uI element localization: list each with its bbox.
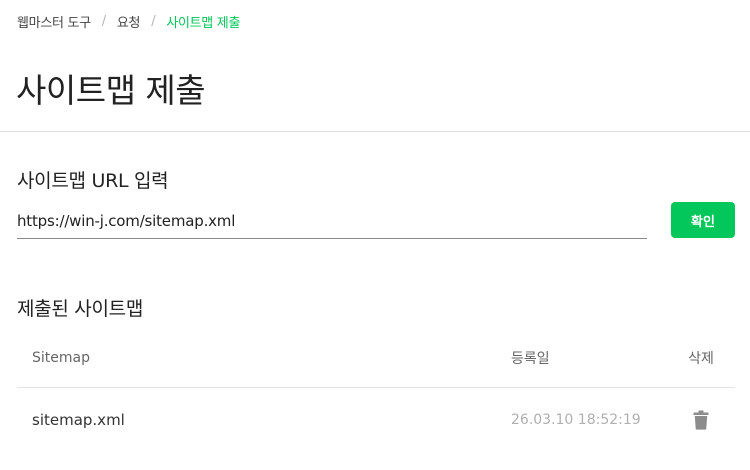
- delete-sitemap-button[interactable]: [683, 390, 719, 450]
- sitemap-date: 26.03.10 18:52:19: [511, 412, 641, 428]
- confirm-button[interactable]: 확인: [671, 202, 735, 238]
- submitted-sitemaps-heading: 제출된 사이트맵: [17, 298, 144, 320]
- table-header: Sitemap 등록일 삭제: [17, 328, 735, 388]
- column-header-date: 등록일: [511, 350, 550, 367]
- column-header-delete: 삭제: [688, 350, 714, 367]
- trash-icon[interactable]: [693, 410, 709, 430]
- column-header-sitemap: Sitemap: [32, 349, 90, 366]
- title-divider: [0, 131, 750, 132]
- page-title: 사이트맵 제출: [16, 71, 206, 110]
- breadcrumb-item-webmaster-tools[interactable]: 웹마스터 도구: [17, 12, 91, 31]
- sitemap-name: sitemap.xml: [32, 411, 125, 429]
- sitemap-url-input[interactable]: [17, 204, 647, 239]
- breadcrumb-separator: /: [101, 14, 106, 29]
- page: 웹마스터 도구 / 요청 / 사이트맵 제출 사이트맵 제출 사이트맵 URL …: [0, 0, 750, 470]
- sitemap-url-heading: 사이트맵 URL 입력: [17, 170, 169, 192]
- breadcrumb-separator: /: [151, 14, 156, 29]
- breadcrumb-current: 사이트맵 제출: [166, 16, 241, 31]
- breadcrumb: 웹마스터 도구 / 요청 / 사이트맵 제출: [17, 12, 240, 31]
- breadcrumb-item-request[interactable]: 요청: [117, 12, 141, 31]
- table-row: sitemap.xml 26.03.10 18:52:19: [17, 390, 735, 450]
